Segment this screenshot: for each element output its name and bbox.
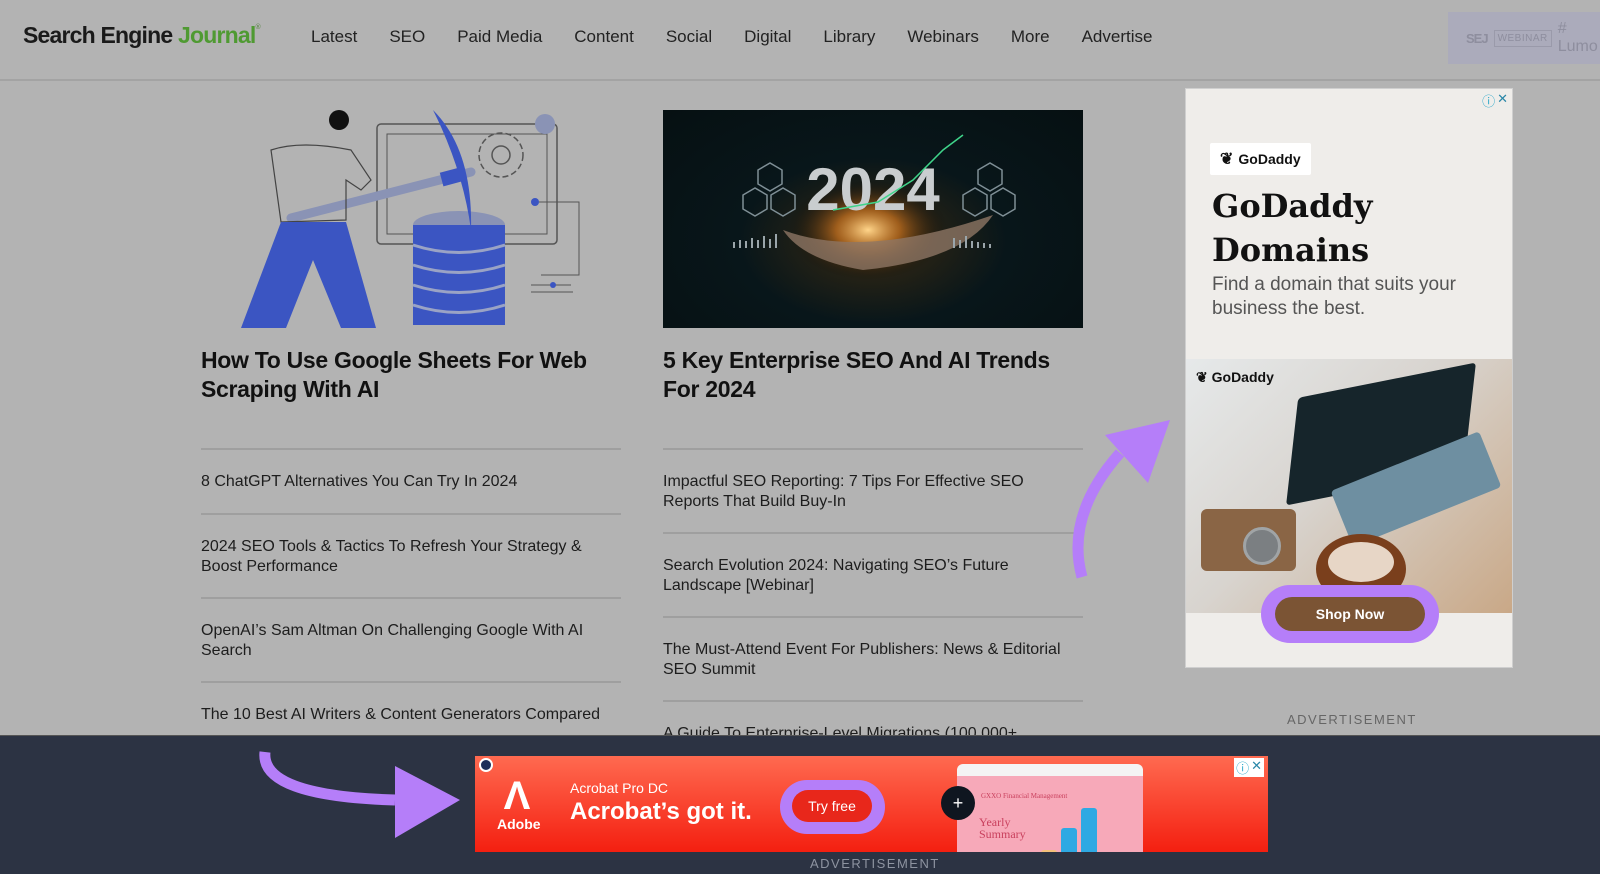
article-link[interactable]: The Must-Attend Event For Publishers: Ne…: [663, 618, 1083, 702]
article-link[interactable]: 8 ChatGPT Alternatives You Can Try In 20…: [201, 450, 621, 515]
nav-advertise[interactable]: Advertise: [1082, 27, 1153, 47]
adobe-logo: Λ Adobe: [497, 774, 541, 842]
registered-mark: ®: [255, 24, 260, 31]
nav-seo[interactable]: SEO: [389, 27, 425, 47]
mock-bar: [1061, 828, 1077, 852]
article-list: Impactful SEO Reporting: 7 Tips For Effe…: [663, 448, 1083, 764]
ad-subtitle: Find a domain that suits your business t…: [1212, 274, 1456, 319]
main-nav: Latest SEO Paid Media Content Social Dig…: [311, 27, 1184, 47]
shop-now-button[interactable]: Shop Now: [1275, 597, 1425, 631]
webinar-partner: # Lumo: [1557, 20, 1598, 55]
photo-godaddy-logo: ❦ GoDaddy: [1196, 369, 1274, 385]
ad-photo-laptop-coffee: ❦ GoDaddy: [1186, 359, 1512, 613]
article-headline[interactable]: How To Use Google Sheets For Web Scrapin…: [201, 346, 621, 404]
ad-title-line1: GoDaddy: [1212, 187, 1373, 225]
expand-plus-button[interactable]: +: [941, 786, 975, 820]
site-logo[interactable]: Search Engine Journal®: [23, 22, 261, 49]
ad-info-icon[interactable]: ⓘ: [1236, 758, 1249, 777]
site-header: Search Engine Journal® Latest SEO Paid M…: [0, 0, 1600, 81]
sticky-bottom-ad-bar: Λ Adobe Acrobat Pro DC Acrobat’s got it.…: [0, 735, 1600, 874]
adobe-acrobat-ad[interactable]: Λ Adobe Acrobat Pro DC Acrobat’s got it.…: [475, 756, 1268, 852]
godaddy-logo-badge: ❦ GoDaddy: [1210, 143, 1311, 175]
ad-tagline: Acrobat’s got it.: [570, 798, 752, 825]
nav-paid-media[interactable]: Paid Media: [457, 27, 542, 47]
article-link[interactable]: Search Evolution 2024: Navigating SEO’s …: [663, 534, 1083, 618]
logo-text-search-engine: Search Engine: [23, 22, 178, 48]
nav-latest[interactable]: Latest: [311, 27, 357, 47]
article-link[interactable]: OpenAI’s Sam Altman On Challenging Googl…: [201, 599, 621, 683]
ad-screen-mockup: GXXO Financial Management Yearly Summary: [957, 764, 1143, 852]
article-link[interactable]: 2024 SEO Tools & Tactics To Refresh Your…: [201, 515, 621, 599]
logo-text-journal: Journal: [177, 22, 256, 48]
illustration-mining-database: [241, 110, 580, 328]
camera-shape: [1201, 509, 1296, 571]
article-thumbnail-web-scraping[interactable]: [201, 110, 621, 328]
article-headline[interactable]: 5 Key Enterprise SEO And AI Trends For 2…: [663, 346, 1083, 404]
ad-title: GoDaddy Domains: [1212, 184, 1373, 272]
webinar-brand: SEJ: [1466, 30, 1489, 46]
godaddy-logo-icon: ❦: [1220, 151, 1234, 168]
advertisement-label: ADVERTISEMENT: [810, 856, 940, 871]
ad-controls: ⓘ ✕: [1482, 91, 1508, 110]
article-thumbnail-2024-trends[interactable]: 2024: [663, 110, 1083, 328]
ad-close-icon[interactable]: ✕: [1497, 91, 1508, 110]
image-year-text: 2024: [806, 156, 940, 223]
article-link[interactable]: Impactful SEO Reporting: 7 Tips For Effe…: [663, 450, 1083, 534]
nav-more[interactable]: More: [1011, 27, 1050, 47]
ad-controls: ⓘ ✕: [1234, 758, 1264, 777]
webinar-promo-banner[interactable]: SEJ WEBINAR # Lumo: [1448, 12, 1600, 64]
advertisement-label: ADVERTISEMENT: [1287, 712, 1417, 727]
ad-close-icon[interactable]: ✕: [1251, 758, 1262, 777]
mock-title-text: Yearly Summary: [979, 815, 1026, 841]
try-free-button[interactable]: Try free: [792, 790, 872, 822]
mock-brand-text: GXXO Financial Management: [981, 792, 1068, 800]
godaddy-sidebar-ad[interactable]: ⓘ ✕ ❦ GoDaddy GoDaddy Domains Find a dom…: [1185, 88, 1513, 668]
ad-privacy-shield-icon[interactable]: [479, 758, 493, 772]
nav-library[interactable]: Library: [823, 27, 875, 47]
nav-content[interactable]: Content: [574, 27, 634, 47]
mock-bar: [1081, 808, 1097, 852]
nav-social[interactable]: Social: [666, 27, 712, 47]
nav-webinars[interactable]: Webinars: [907, 27, 979, 47]
mock-bar: [1041, 850, 1057, 852]
ad-product-name: Acrobat Pro DC: [570, 780, 669, 796]
article-list: 8 ChatGPT Alternatives You Can Try In 20…: [201, 448, 621, 745]
adobe-logo-mark-icon: Λ: [503, 774, 531, 818]
illustration-2024-hand: 2024: [733, 134, 1016, 280]
article-column-generative-ai: How To Use Google Sheets For Web Scrapin…: [201, 110, 621, 745]
adobe-logo-text: Adobe: [497, 816, 541, 832]
ad-info-icon[interactable]: ⓘ: [1482, 91, 1495, 110]
nav-digital[interactable]: Digital: [744, 27, 791, 47]
webinar-tag: WEBINAR: [1493, 29, 1552, 47]
godaddy-badge-text: GoDaddy: [1238, 151, 1301, 167]
article-column-enterprise-seo: 2024 5 Key Enterprise SEO And AI Trends …: [663, 110, 1083, 764]
ad-title-line2: Domains: [1212, 231, 1370, 269]
